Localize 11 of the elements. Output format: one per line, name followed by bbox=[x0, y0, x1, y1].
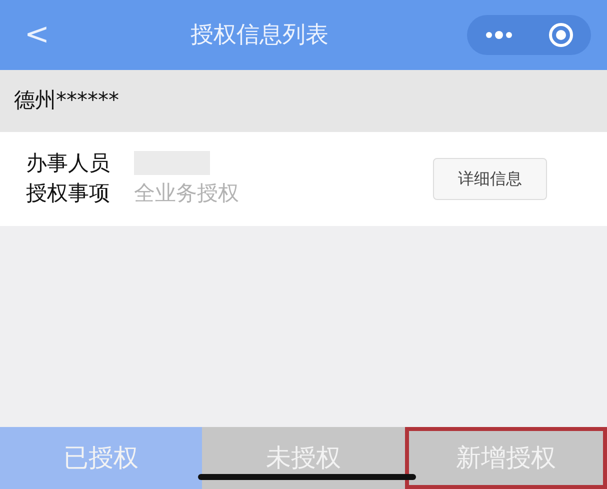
page-title: 授权信息列表 bbox=[190, 20, 330, 50]
close-icon[interactable] bbox=[548, 22, 574, 48]
tab[interactable]: 已授权 bbox=[0, 427, 202, 489]
more-icon[interactable] bbox=[484, 30, 514, 40]
scope-label: 授权事项 bbox=[26, 180, 110, 207]
detail-button[interactable]: 详细信息 bbox=[433, 158, 547, 200]
scope-value: 全业务授权 bbox=[134, 180, 239, 207]
capsule-menu[interactable] bbox=[467, 15, 591, 55]
company-name: 德州****** bbox=[14, 87, 119, 114]
agent-label: 办事人员 bbox=[26, 150, 110, 177]
back-button[interactable]: < bbox=[22, 20, 52, 50]
